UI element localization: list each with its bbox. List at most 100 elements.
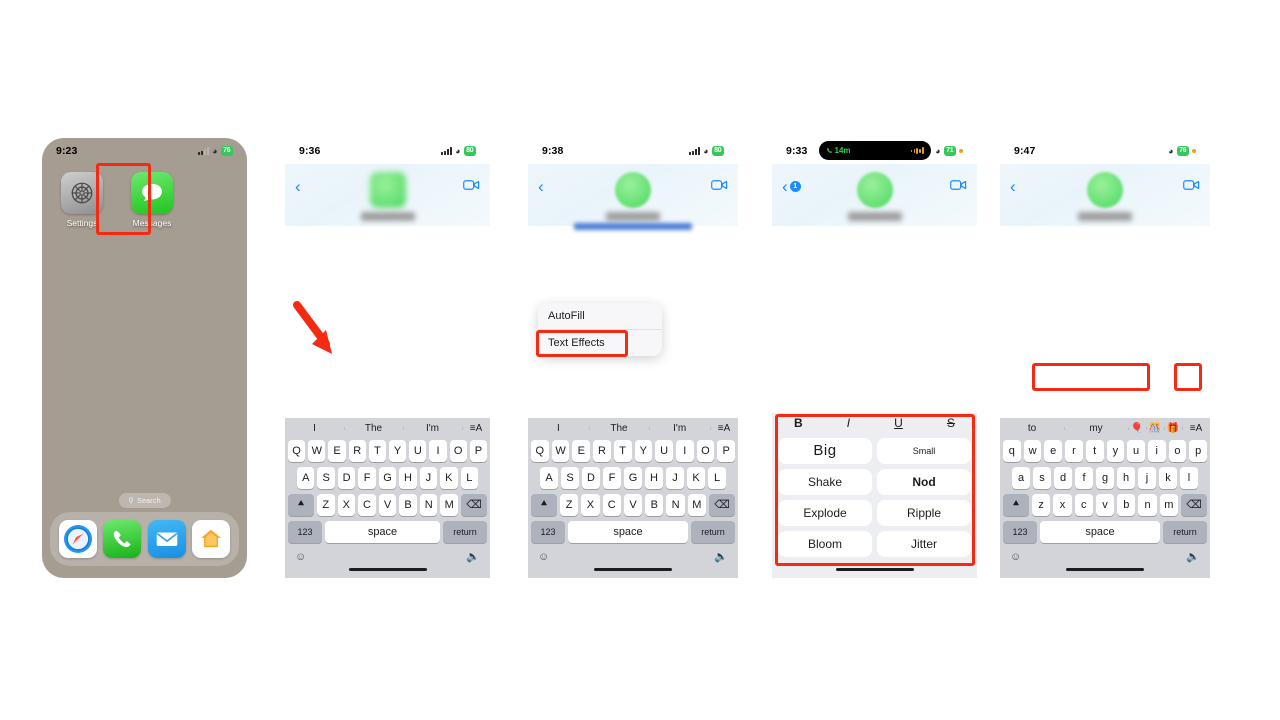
back-button[interactable]: ‹ <box>538 178 544 195</box>
key-h[interactable]: H <box>645 466 663 489</box>
key-b[interactable]: B <box>399 493 417 516</box>
emoji-smiley-icon[interactable]: ☺ <box>295 551 306 563</box>
video-camera-icon[interactable] <box>711 178 728 196</box>
key-y[interactable]: Y <box>634 439 653 462</box>
key-m[interactable]: M <box>687 493 706 516</box>
key-a[interactable]: A <box>297 466 315 489</box>
key-v[interactable]: v <box>1095 493 1115 516</box>
key-e[interactable]: e <box>1044 439 1063 462</box>
key-l[interactable]: L <box>708 466 726 489</box>
shift-up-icon[interactable]: ⯅ <box>531 493 558 516</box>
return-key[interactable]: return <box>691 520 735 543</box>
key-m[interactable]: m <box>1159 493 1178 516</box>
video-camera-icon[interactable] <box>1183 178 1200 196</box>
key-x[interactable]: X <box>581 493 600 516</box>
numbers-key[interactable]: 123 <box>531 520 565 543</box>
key-s[interactable]: S <box>317 466 335 489</box>
key-k[interactable]: K <box>687 466 705 489</box>
key-i[interactable]: i <box>1147 439 1166 462</box>
key-t[interactable]: t <box>1085 439 1104 462</box>
text-format-icon[interactable]: ≡A <box>710 423 738 434</box>
emoji-prediction-balloon[interactable]: 🎈 <box>1128 423 1146 434</box>
key-c[interactable]: C <box>602 493 621 516</box>
back-button[interactable]: ‹ 1 <box>782 178 801 195</box>
space-key[interactable]: space <box>325 520 440 543</box>
key-i[interactable]: I <box>675 439 694 462</box>
key-v[interactable]: V <box>378 493 397 516</box>
prediction-1[interactable]: my <box>1064 423 1128 434</box>
key-u[interactable]: u <box>1127 439 1145 462</box>
key-j[interactable]: J <box>666 466 684 489</box>
backspace-icon[interactable]: ⌫ <box>461 493 488 516</box>
key-f[interactable]: f <box>1075 466 1093 489</box>
key-i[interactable]: I <box>429 439 447 462</box>
key-l[interactable]: L <box>460 466 478 489</box>
key-g[interactable]: G <box>378 466 397 489</box>
key-k[interactable]: k <box>1159 466 1177 489</box>
key-h[interactable]: h <box>1117 466 1135 489</box>
prediction-1[interactable]: The <box>588 423 650 434</box>
prediction-1[interactable]: The <box>344 423 403 434</box>
return-key[interactable]: return <box>443 520 487 543</box>
key-p[interactable]: p <box>1189 439 1208 462</box>
back-button[interactable]: ‹ <box>295 178 301 195</box>
backspace-icon[interactable]: ⌫ <box>708 493 735 516</box>
text-format-icon[interactable]: ≡A <box>462 423 490 434</box>
key-h[interactable]: H <box>399 466 417 489</box>
key-d[interactable]: d <box>1054 466 1072 489</box>
key-a[interactable]: a <box>1012 466 1030 489</box>
key-k[interactable]: K <box>440 466 458 489</box>
home-house-icon[interactable] <box>191 520 230 558</box>
key-s[interactable]: S <box>561 466 579 489</box>
key-z[interactable]: Z <box>316 493 335 516</box>
emoji-smiley-icon[interactable]: ☺ <box>538 551 549 563</box>
key-z[interactable]: Z <box>560 493 579 516</box>
key-o[interactable]: o <box>1168 439 1187 462</box>
backspace-icon[interactable]: ⌫ <box>1180 493 1207 516</box>
key-n[interactable]: N <box>419 493 438 516</box>
key-c[interactable]: c <box>1074 493 1093 516</box>
numbers-key[interactable]: 123 <box>1003 520 1037 543</box>
numbers-key[interactable]: 123 <box>288 520 322 543</box>
mail-envelope-icon[interactable] <box>147 520 186 558</box>
text-format-icon[interactable]: ≡A <box>1182 423 1210 434</box>
key-j[interactable]: j <box>1138 466 1156 489</box>
contact-info[interactable] <box>847 164 902 221</box>
space-key[interactable]: space <box>568 520 688 543</box>
key-x[interactable]: x <box>1053 493 1072 516</box>
key-a[interactable]: A <box>540 466 558 489</box>
shift-up-icon[interactable]: ⯅ <box>287 493 314 516</box>
key-l[interactable]: l <box>1180 466 1198 489</box>
key-b[interactable]: B <box>645 493 664 516</box>
key-q[interactable]: Q <box>287 439 306 462</box>
key-b[interactable]: b <box>1117 493 1136 516</box>
prediction-0[interactable]: I <box>285 423 344 434</box>
shift-up-icon[interactable]: ⯅ <box>1003 493 1030 516</box>
key-d[interactable]: D <box>582 466 600 489</box>
contact-info[interactable] <box>1078 164 1132 221</box>
key-e[interactable]: E <box>328 439 346 462</box>
key-m[interactable]: M <box>440 493 459 516</box>
microphone-icon[interactable]: 🔈 <box>714 550 728 563</box>
key-p[interactable]: P <box>469 439 488 462</box>
key-p[interactable]: P <box>717 439 736 462</box>
key-e[interactable]: E <box>572 439 591 462</box>
microphone-icon[interactable]: 🔈 <box>466 550 480 563</box>
key-y[interactable]: y <box>1106 439 1125 462</box>
key-j[interactable]: J <box>419 466 438 489</box>
menu-item-autofill[interactable]: AutoFill <box>538 303 662 329</box>
key-q[interactable]: q <box>1002 439 1021 462</box>
phone-handset-icon[interactable] <box>103 520 142 558</box>
key-y[interactable]: Y <box>389 439 407 462</box>
key-f[interactable]: F <box>358 466 376 489</box>
home-search-pill[interactable]: ⚲ Search <box>118 493 171 508</box>
prediction-2[interactable]: I'm <box>649 423 710 434</box>
contact-info[interactable] <box>574 164 692 230</box>
contact-info[interactable] <box>360 164 415 221</box>
key-z[interactable]: z <box>1032 493 1051 516</box>
key-u[interactable]: U <box>409 439 427 462</box>
back-button[interactable]: ‹ <box>1010 178 1016 195</box>
emoji-smiley-icon[interactable]: ☺ <box>1010 551 1021 563</box>
key-n[interactable]: N <box>666 493 685 516</box>
space-key[interactable]: space <box>1040 520 1160 543</box>
